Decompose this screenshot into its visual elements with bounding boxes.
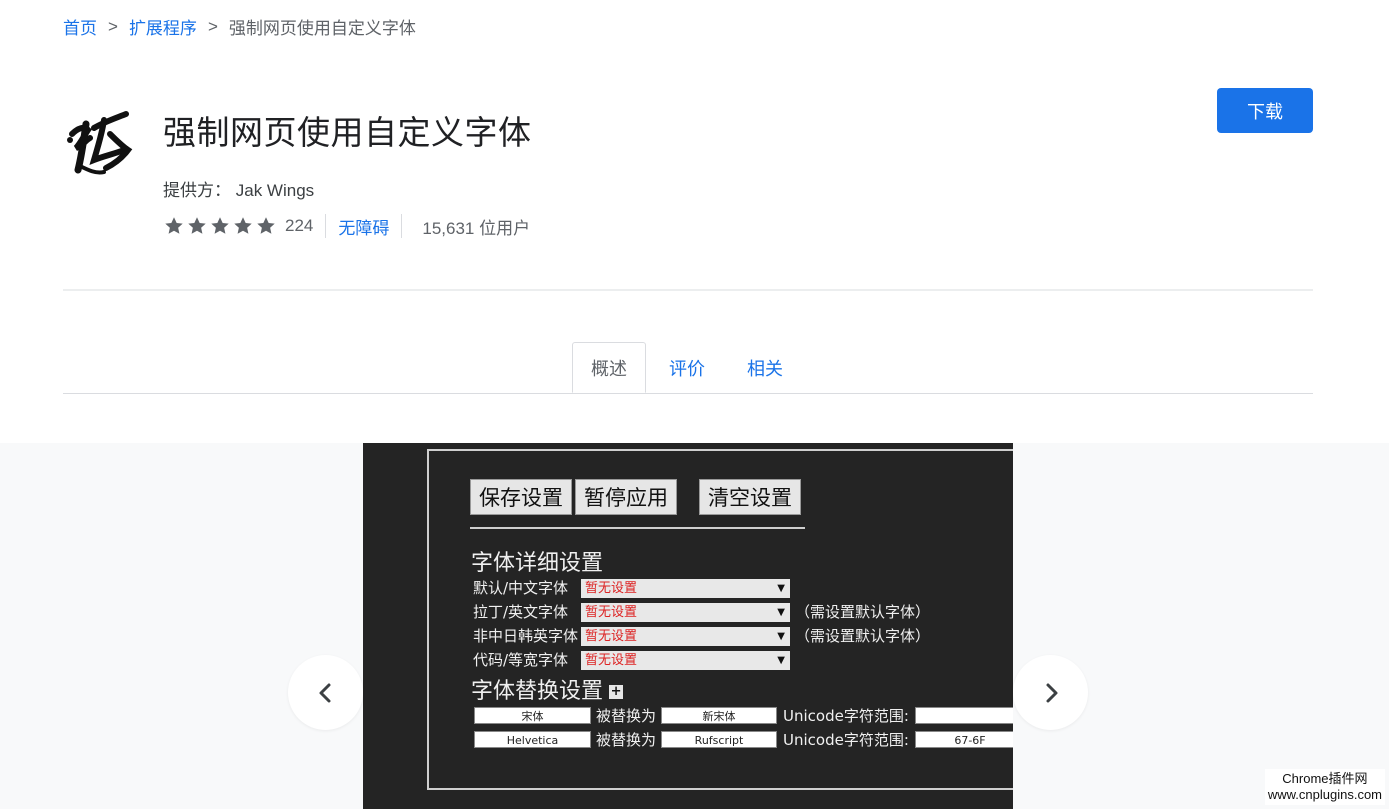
star-icon: [234, 217, 252, 234]
dropdown-arrow-icon: ▼: [777, 607, 785, 618]
extension-title: 强制网页使用自定义字体: [163, 114, 532, 151]
screenshot-range-label: Unicode字符范围:: [783, 707, 909, 725]
watermark-line2: www.cnplugins.com: [1267, 787, 1382, 802]
screenshot-replace-heading-text: 字体替换设置: [471, 679, 604, 704]
download-button[interactable]: 下载: [1217, 88, 1313, 133]
watermark-line1: Chrome插件网: [1282, 771, 1368, 786]
screenshot-font-label: 默认/中文字体: [473, 579, 569, 597]
star-icon: [257, 217, 275, 234]
breadcrumb: 首页 > 扩展程序 > 强制网页使用自定义字体: [63, 14, 416, 39]
screenshot-replace-to: 新宋体: [661, 707, 777, 724]
header-divider: [63, 289, 1313, 291]
screenshot-range-input: [915, 707, 1013, 724]
gallery-next-button[interactable]: [1013, 655, 1088, 730]
chevron-right-icon: [1046, 683, 1057, 702]
screenshot-font-select: 暂无设置 ▼: [581, 651, 790, 670]
screenshot-font-note: （需设置默认字体）: [795, 603, 931, 621]
star-icon: [188, 217, 206, 234]
meta-divider: [325, 214, 327, 238]
screenshot-detail-heading: 字体详细设置: [471, 551, 604, 576]
screenshot-font-note: （需设置默认字体）: [795, 627, 931, 645]
screenshot-font-select-value: 暂无设置: [585, 653, 638, 668]
screenshot-font-label: 拉丁/英文字体: [473, 603, 569, 621]
screenshot-font-select: 暂无设置 ▼: [581, 579, 790, 598]
tab-overview[interactable]: 概述: [572, 342, 646, 393]
screenshot-replace-from: 宋体: [474, 707, 591, 724]
provider-label: 提供方：: [163, 181, 231, 200]
dropdown-arrow-icon: ▼: [777, 583, 785, 594]
screenshot-gallery: 保存设置 暂停应用 清空设置 字体详细设置 默认/中文字体 暂无设置 ▼ 拉丁/英…: [0, 443, 1389, 809]
gallery-prev-button[interactable]: [288, 655, 363, 730]
extension-logo: [64, 104, 140, 180]
screenshot-divider: [470, 527, 805, 529]
calligraphy-logo-icon: [67, 111, 133, 175]
extension-meta: 224 无障碍 15,631 位用户: [163, 213, 530, 239]
tab-bar: 概述 评价 相关: [63, 342, 1313, 394]
breadcrumb-home-link[interactable]: 首页: [63, 14, 97, 39]
user-count: 15,631 位用户: [422, 218, 531, 238]
chevron-left-icon: [319, 683, 330, 702]
provider-line: 提供方： Jak Wings: [163, 176, 314, 201]
screenshot-replace-middle: 被替换为: [596, 731, 657, 749]
screenshot-pause-button: 暂停应用: [575, 479, 677, 515]
breadcrumb-separator: >: [108, 16, 118, 36]
dropdown-arrow-icon: ▼: [777, 631, 785, 642]
breadcrumb-extensions-link[interactable]: 扩展程序: [129, 14, 197, 39]
screenshot-font-select-value: 暂无设置: [585, 581, 638, 596]
watermark: Chrome插件网 www.cnplugins.com: [1264, 769, 1385, 805]
plus-icon: +: [609, 684, 624, 699]
rating-stars[interactable]: [163, 215, 277, 237]
screenshot-replace-from: Helvetica: [474, 731, 591, 748]
screenshot-save-button: 保存设置: [470, 479, 572, 515]
provider-name: Jak Wings: [235, 181, 315, 200]
screenshot-font-label: 代码/等宽字体: [473, 651, 569, 669]
meta-divider: [401, 214, 403, 238]
accessibility-link[interactable]: 无障碍: [338, 214, 389, 239]
dropdown-arrow-icon: ▼: [777, 655, 785, 666]
screenshot-font-select-value: 暂无设置: [585, 605, 638, 620]
screenshot-range-label: Unicode字符范围:: [783, 731, 909, 749]
screenshot-font-select-value: 暂无设置: [585, 629, 638, 644]
extension-screenshot: 保存设置 暂停应用 清空设置 字体详细设置 默认/中文字体 暂无设置 ▼ 拉丁/英…: [363, 443, 1013, 809]
tab-reviews[interactable]: 评价: [653, 342, 721, 393]
breadcrumb-current: 强制网页使用自定义字体: [228, 19, 416, 38]
screenshot-replace-to: Rufscript: [661, 731, 777, 748]
breadcrumb-separator: >: [207, 16, 218, 36]
star-icon: [211, 217, 229, 234]
screenshot-replace-heading: 字体替换设置 +: [471, 673, 624, 705]
screenshot-font-select: 暂无设置 ▼: [581, 603, 790, 622]
rating-count[interactable]: 224: [285, 216, 313, 236]
star-icon: [165, 217, 183, 234]
tab-related[interactable]: 相关: [731, 342, 799, 393]
screenshot-replace-middle: 被替换为: [596, 707, 657, 725]
screenshot-range-input: 67-6F: [915, 731, 1013, 748]
screenshot-font-label: 非中日韩英字体: [473, 627, 579, 645]
screenshot-font-select: 暂无设置 ▼: [581, 627, 790, 646]
screenshot-clear-button: 清空设置: [699, 479, 801, 515]
